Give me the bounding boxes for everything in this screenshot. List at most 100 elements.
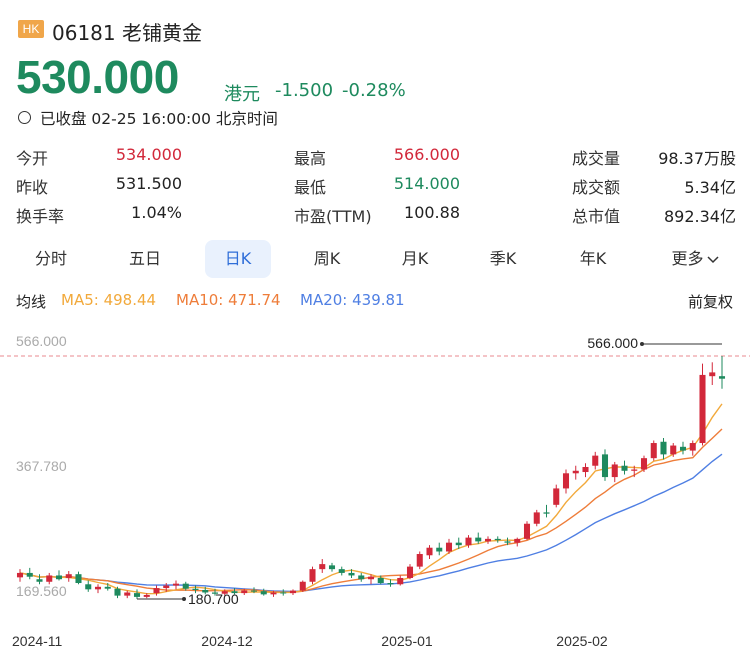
candle-body (475, 537, 482, 542)
candle-body (455, 542, 462, 546)
y-tick-top: 566.000 (16, 333, 67, 349)
quote-label-volume: 成交量 (572, 149, 621, 168)
candle-body (523, 523, 531, 539)
quote-label-high: 最高 (294, 149, 327, 168)
candle-body (172, 583, 180, 586)
candle-body (55, 575, 63, 580)
candle (426, 545, 433, 560)
candle-body (358, 575, 365, 580)
tab-monthly-k[interactable]: 月K (382, 240, 448, 278)
candle-body (348, 572, 355, 576)
quote-label-turnover-rate: 换手率 (16, 207, 65, 226)
candle-body (445, 542, 453, 552)
tab-more-label: 更多 (671, 249, 704, 268)
candle-body (94, 586, 102, 590)
candle-body (631, 469, 638, 471)
candle-body (143, 595, 150, 597)
candle (133, 589, 141, 599)
candle-body (494, 538, 501, 541)
candle-body (163, 585, 170, 589)
candle (699, 363, 706, 446)
candle (358, 572, 365, 582)
last-price: 530.000 (16, 51, 179, 103)
candle (406, 564, 414, 580)
candle-body (406, 566, 414, 578)
candle (553, 484, 560, 508)
candle (611, 461, 618, 483)
candle (172, 580, 180, 590)
tab-yearly-k[interactable]: 年K (560, 240, 626, 278)
candle-body (709, 372, 716, 377)
tab-daily-k[interactable]: 日K (205, 240, 271, 278)
candle-body (436, 547, 443, 552)
candle-body (387, 583, 394, 585)
candle (94, 584, 102, 594)
candle-body (679, 446, 687, 451)
quote-value-amount: 5.34亿 (684, 178, 736, 197)
candle-body (260, 591, 267, 595)
candle (689, 440, 696, 456)
price-adjust-toggle[interactable]: 前复权 (688, 291, 733, 312)
candle-body (270, 592, 277, 595)
price-change: -1.500 (275, 80, 334, 101)
candle-body (533, 512, 540, 524)
tab-more[interactable]: 更多 (660, 240, 730, 278)
candle-body (367, 576, 375, 580)
candle (572, 465, 579, 480)
candle (124, 590, 131, 599)
candle (582, 463, 589, 478)
candle-body (192, 588, 199, 590)
currency-label: 港元 (224, 84, 260, 105)
y-tick-mid: 367.780 (16, 458, 67, 474)
quote-label-pe-ttm: 市盈(TTM) (294, 207, 372, 226)
candle-body (650, 443, 657, 459)
candle (650, 440, 657, 461)
market-status: 已收盘 02-25 16:00:00 北京时间 (40, 110, 278, 128)
ma5-line (19, 403, 723, 595)
candle-body (689, 443, 696, 451)
high-marker-dot (640, 342, 644, 346)
candle-body (621, 465, 628, 471)
candle (397, 575, 404, 586)
candle (309, 566, 316, 585)
candle (299, 580, 306, 592)
candle-body (562, 473, 570, 489)
candle (543, 504, 550, 518)
kline-chart: 566.000 367.780 169.560 2024-11 2024-12 2025-… (0, 333, 750, 649)
candle (484, 536, 492, 544)
candle (718, 356, 726, 389)
candle (328, 562, 336, 572)
candle-body (465, 537, 472, 546)
period-tabs: 分时 五日 日K 周K 月K 季K 年K 更多 (0, 240, 750, 280)
quote-label-prev-close: 昨收 (16, 178, 49, 197)
candle-body (75, 574, 82, 584)
candle (562, 469, 570, 494)
quote-label-market-cap: 总市值 (572, 207, 621, 226)
candle (55, 570, 63, 581)
price-change-percent: -0.28% (342, 80, 406, 101)
quote-label-open: 今开 (16, 149, 49, 168)
candle-body (309, 569, 316, 582)
candle-body (640, 458, 648, 470)
quote-value-pe-ttm: 100.88 (404, 203, 460, 222)
candle-body (670, 445, 677, 455)
candle-body (104, 586, 111, 589)
candle-body (426, 547, 433, 556)
x-tick-label: 2024-12 (201, 633, 253, 649)
tab-five-day[interactable]: 五日 (112, 240, 178, 278)
candle (660, 437, 667, 460)
candle (16, 569, 24, 582)
ma-label: 均线 (16, 293, 47, 311)
candle-body (289, 590, 297, 594)
quote-value-prev-close: 531.500 (115, 174, 182, 193)
candle-body (504, 541, 511, 543)
candle-body (250, 590, 258, 592)
candle-body (36, 579, 43, 582)
tab-weekly-k[interactable]: 周K (294, 240, 360, 278)
tab-intraday[interactable]: 分时 (18, 240, 84, 278)
candle (338, 566, 345, 576)
tab-quarterly-k[interactable]: 季K (470, 240, 536, 278)
y-tick-bottom: 169.560 (16, 583, 67, 599)
low-marker-dot (182, 596, 186, 601)
quote-value-volume: 98.37万股 (658, 149, 736, 168)
